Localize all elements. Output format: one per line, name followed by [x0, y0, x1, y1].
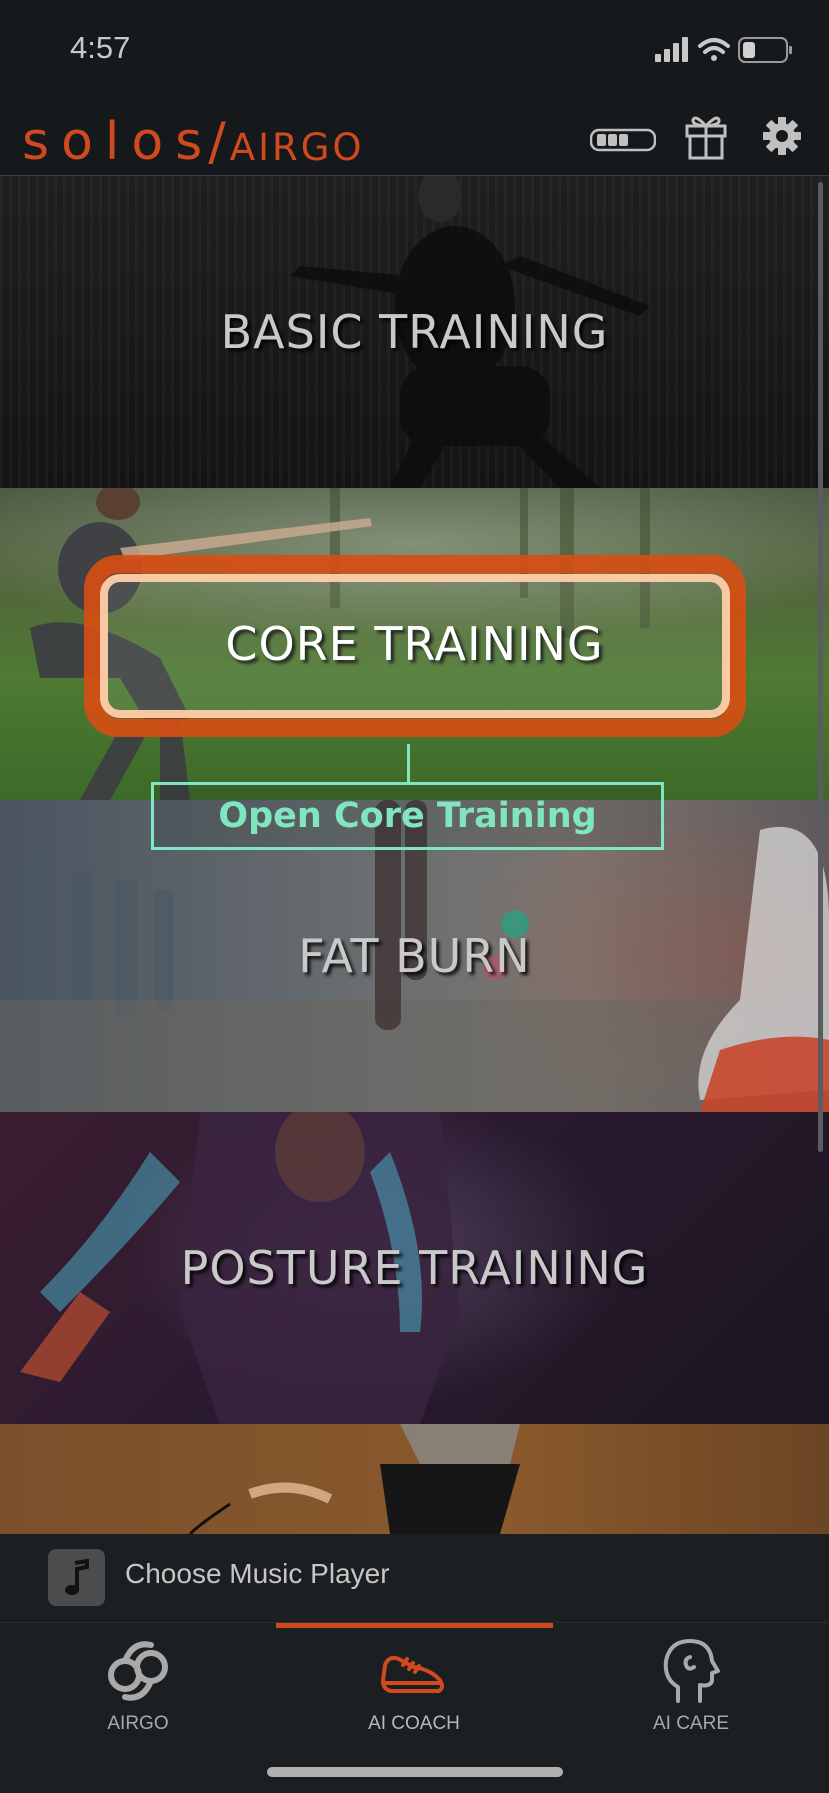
callout-connector: [407, 744, 410, 782]
music-player-label[interactable]: Choose Music Player: [125, 1558, 390, 1590]
callout-label: Open Core Training: [218, 796, 597, 836]
music-note-icon[interactable]: [48, 1549, 105, 1606]
running-shoe-icon: [381, 1655, 444, 1693]
battery-icon: [738, 37, 792, 63]
status-icons: [655, 34, 795, 66]
tile-label: POSTURE TRAINING: [180, 1241, 649, 1295]
solos-airgo-logo: solos / AIRGO: [22, 108, 365, 168]
wifi-icon: [698, 38, 730, 61]
tab-label: AI COACH: [368, 1713, 460, 1734]
status-time: 4:57: [70, 30, 131, 65]
tile-label: BASIC TRAINING: [220, 305, 609, 359]
tab-ai-coach[interactable]: AI COACH: [276, 1635, 552, 1745]
tile-posture-training[interactable]: POSTURE TRAINING: [0, 1112, 829, 1424]
callout-box: Open Core Training: [151, 782, 664, 850]
head-profile-icon: [663, 1639, 720, 1703]
training-list[interactable]: BASIC TRAINING CORE TRAINING FAT BURN PO…: [0, 176, 829, 1534]
tile-jump-rope[interactable]: [0, 1424, 829, 1534]
logo-main: solos: [22, 112, 215, 172]
home-indicator[interactable]: [267, 1767, 563, 1777]
tile-label: CORE TRAINING: [225, 617, 604, 671]
device-battery-icon[interactable]: [589, 128, 657, 156]
signal-icon: [655, 37, 688, 62]
scrollbar[interactable]: [818, 182, 823, 1152]
tab-label: AI CARE: [652, 1713, 730, 1734]
tile-core-training[interactable]: CORE TRAINING: [0, 488, 829, 800]
app-header: solos / AIRGO: [0, 100, 829, 176]
tab-airgo[interactable]: AIRGO: [0, 1635, 276, 1745]
gear-icon[interactable]: [762, 116, 802, 160]
tab-label: AIRGO: [107, 1713, 169, 1734]
music-player-bar[interactable]: Choose Music Player: [0, 1534, 829, 1622]
gift-icon[interactable]: [685, 112, 727, 164]
status-bar: 4:57: [0, 0, 829, 100]
tile-label: FAT BURN: [298, 929, 531, 983]
tile-basic-training[interactable]: BASIC TRAINING: [0, 176, 829, 488]
active-tab-indicator: [276, 1623, 553, 1628]
logo-sub: AIRGO: [229, 126, 365, 169]
jump-rope-image: [188, 1424, 520, 1534]
tab-ai-care[interactable]: AI CARE: [553, 1635, 829, 1745]
logo-slash: /: [208, 112, 226, 172]
airgo-icon: [108, 1641, 168, 1701]
